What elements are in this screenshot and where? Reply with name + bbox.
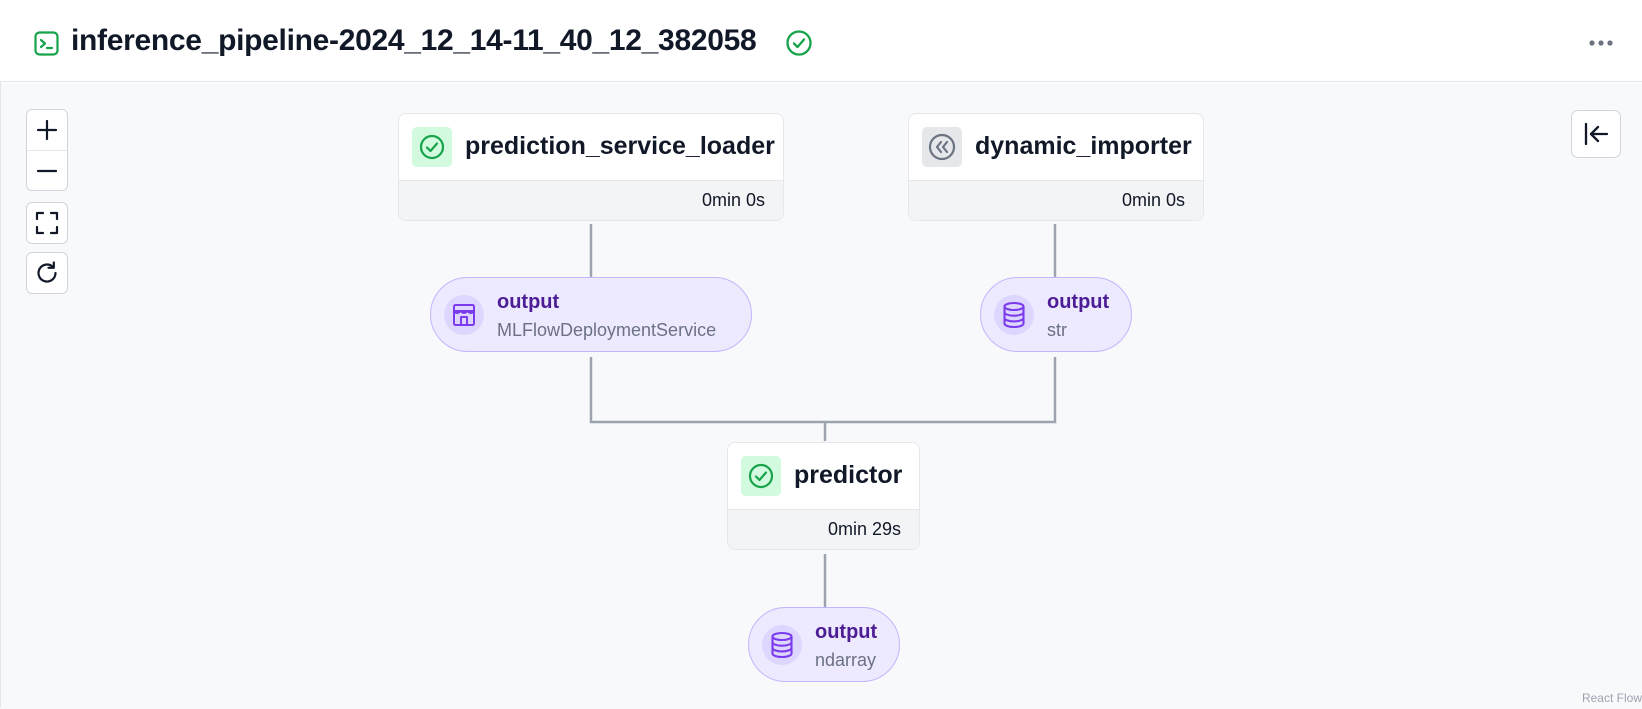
artifact-type: str (1047, 320, 1067, 340)
page-header: inference_pipeline-2024_12_14-11_40_12_3… (0, 0, 1642, 82)
service-icon (453, 304, 475, 326)
fit-view-icon (35, 211, 59, 235)
page-title: inference_pipeline-2024_12_14-11_40_12_3… (71, 24, 757, 57)
step-duration: 0min 29s (728, 509, 919, 549)
ellipsis-icon (1589, 40, 1613, 46)
terminal-icon (34, 31, 59, 56)
refresh-button[interactable] (27, 253, 67, 293)
step-status-badge (412, 127, 452, 167)
artifact-icon-wrap (762, 625, 802, 665)
zoom-out-button[interactable] (27, 150, 67, 190)
step-node-predictor[interactable]: predictor 0min 29s (727, 442, 920, 550)
artifact-name: output (497, 291, 560, 313)
artifact-icon-wrap (444, 295, 484, 335)
artifact-name: output (1047, 291, 1110, 313)
step-duration: 0min 0s (399, 180, 783, 220)
refresh-control (26, 252, 68, 294)
cached-icon (928, 133, 956, 161)
artifact-name: output (815, 621, 878, 643)
artifact-type: MLFlowDeploymentService (497, 320, 717, 340)
step-node-dynamic-importer[interactable]: dynamic_importer 0min 0s (908, 113, 1204, 221)
step-node-prediction-service-loader[interactable]: prediction_service_loader 0min 0s (398, 113, 784, 221)
zoom-controls (26, 109, 68, 191)
fit-view-button[interactable] (27, 203, 67, 243)
artifact-node-predictor-output[interactable]: output ndarray (748, 607, 900, 682)
refresh-icon (37, 261, 57, 283)
collapse-panel-icon (1584, 122, 1609, 146)
fit-view-control (26, 202, 68, 244)
step-name: prediction_service_loader (465, 132, 775, 160)
collapse-panel-button[interactable] (1571, 110, 1621, 158)
artifact-icon-wrap (994, 295, 1034, 335)
artifact-node-loader-output[interactable]: output MLFlowDeploymentService (430, 277, 752, 352)
plus-icon (36, 119, 58, 141)
minus-icon (36, 169, 58, 172)
step-duration: 0min 0s (909, 180, 1203, 220)
artifact-type: ndarray (815, 650, 877, 670)
zoom-in-button[interactable] (27, 110, 67, 150)
database-icon (1003, 301, 1025, 329)
check-circle-icon (419, 134, 445, 160)
step-status-badge (741, 456, 781, 496)
check-circle-icon (785, 29, 813, 57)
artifact-node-importer-output[interactable]: output str (980, 277, 1132, 352)
react-flow-attribution[interactable]: React Flow (1578, 689, 1642, 707)
more-options-button[interactable] (1586, 30, 1616, 56)
step-status-badge (922, 127, 962, 167)
step-name: predictor (794, 461, 903, 489)
check-circle-icon (748, 463, 774, 489)
database-icon (771, 631, 793, 659)
step-name: dynamic_importer (975, 132, 1192, 160)
